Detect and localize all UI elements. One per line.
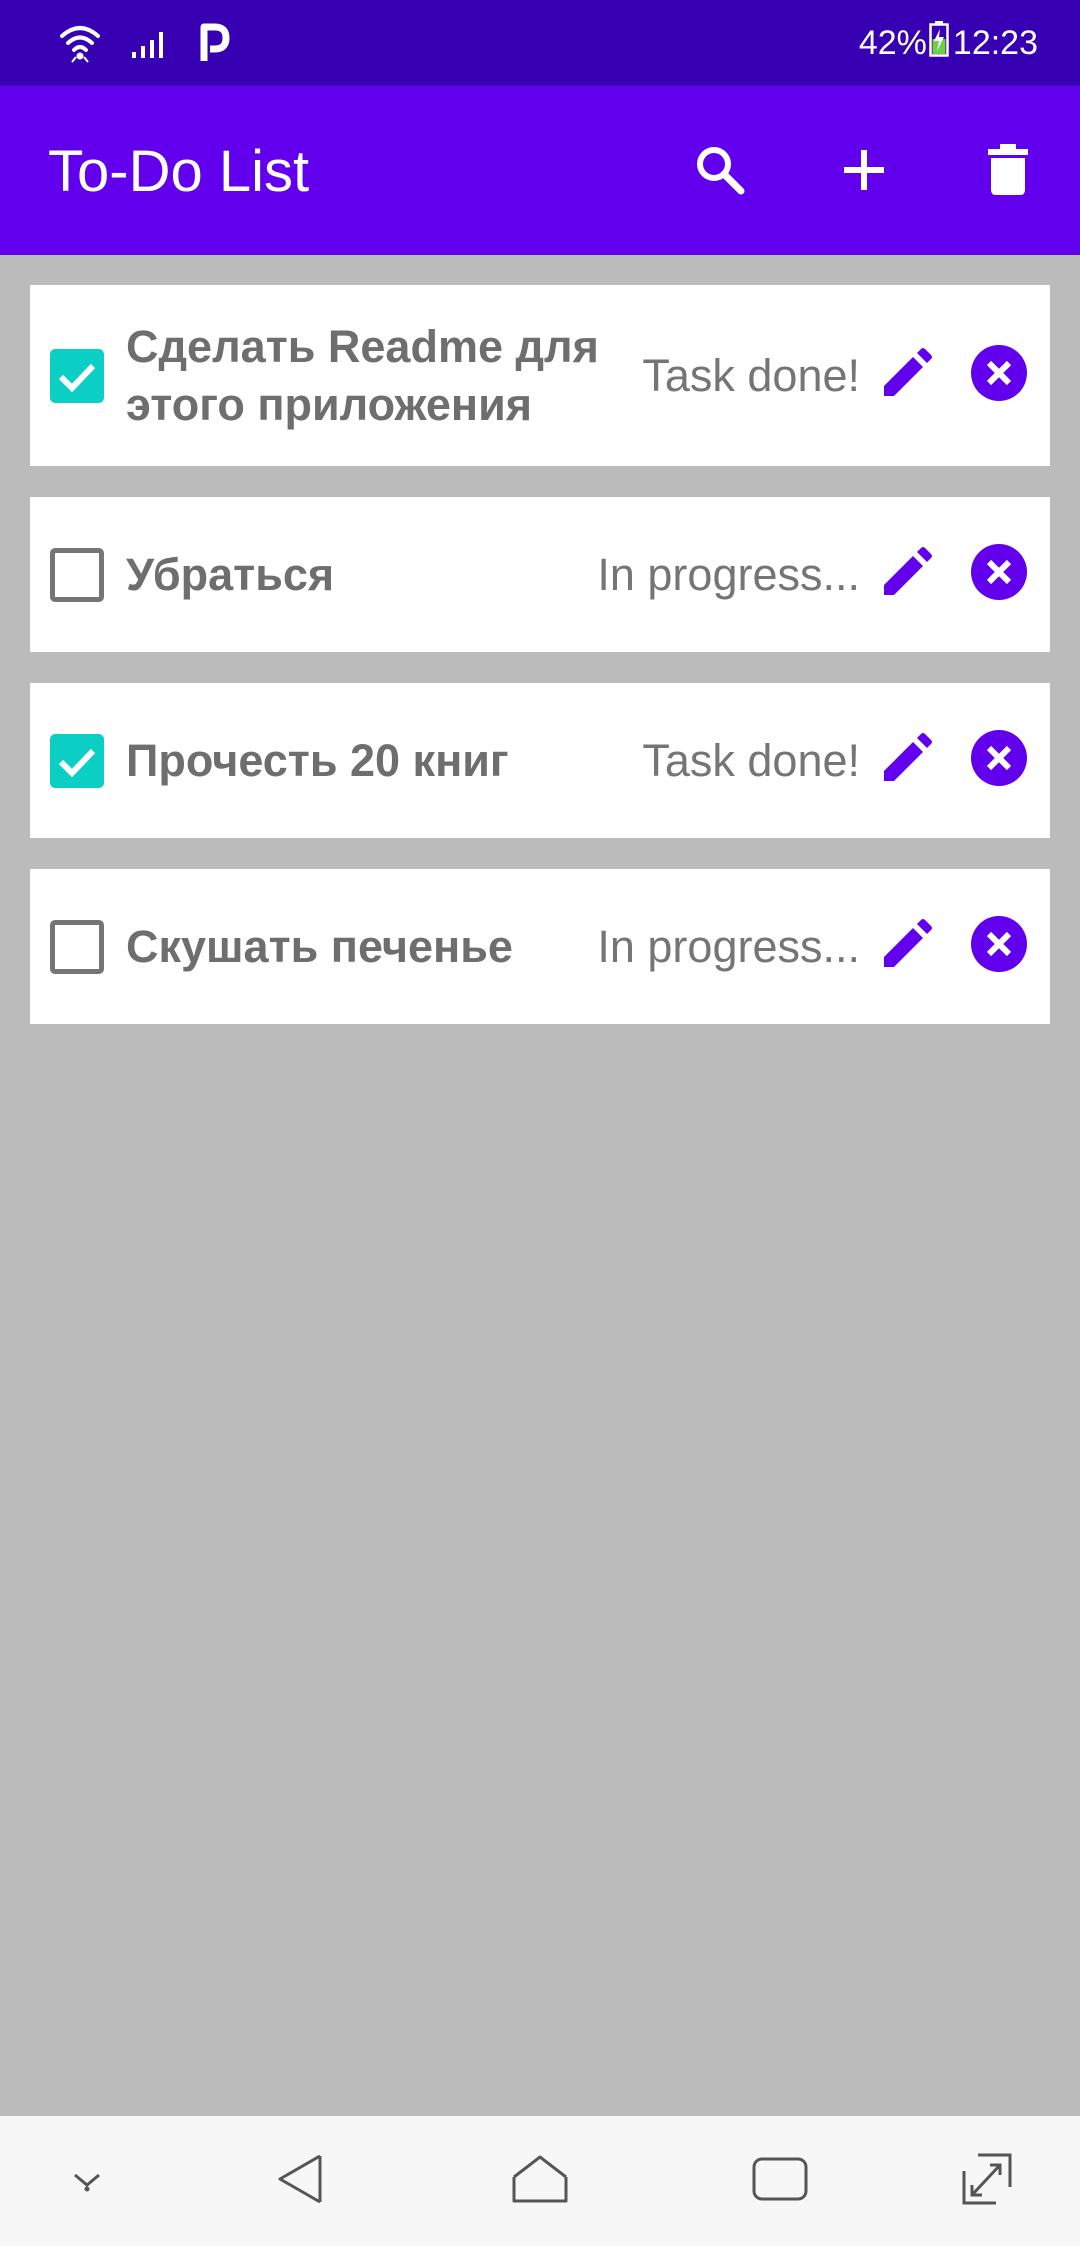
- remove-task-button[interactable]: [965, 727, 1033, 795]
- status-right: 42% 12:23: [859, 20, 1038, 66]
- back-button[interactable]: [260, 2141, 340, 2221]
- signal-icon: [130, 26, 170, 60]
- close-circle-icon: [970, 344, 1028, 407]
- expand-icon: [960, 2151, 1014, 2212]
- task-checkbox[interactable]: [50, 348, 104, 403]
- remove-task-button[interactable]: [965, 541, 1033, 609]
- battery-percent: 42%: [858, 23, 927, 62]
- search-icon: [693, 143, 747, 202]
- task-card[interactable]: Убраться In progress...: [30, 497, 1050, 652]
- hide-keyboard-button[interactable]: [47, 2141, 127, 2221]
- trash-icon: [986, 143, 1030, 201]
- pencil-icon: [879, 916, 935, 977]
- task-title: Убраться: [126, 548, 335, 600]
- edit-task-button[interactable]: [873, 342, 941, 410]
- app-bar: To-Do List: [0, 86, 1080, 255]
- clock: 12:23: [952, 23, 1038, 62]
- task-status: In progress...: [597, 548, 860, 600]
- wifi-icon: [58, 22, 102, 64]
- parking-app-icon: [198, 23, 230, 63]
- hide-keyboard-icon: [62, 2159, 112, 2204]
- battery-charging-icon: [929, 20, 949, 66]
- task-status: In progress...: [597, 920, 860, 972]
- home-button[interactable]: [500, 2141, 580, 2221]
- task-title: Сделать Readme для этого приложения: [126, 320, 599, 430]
- recent-apps-icon: [751, 2156, 809, 2207]
- add-task-button[interactable]: [824, 132, 904, 212]
- remove-task-button[interactable]: [965, 342, 1033, 410]
- task-card[interactable]: Скушать печенье In progress...: [30, 869, 1050, 1024]
- pencil-icon: [879, 544, 935, 605]
- status-bar: 42% 12:23: [0, 0, 1080, 86]
- home-icon: [510, 2153, 570, 2210]
- remove-task-button[interactable]: [965, 913, 1033, 981]
- task-status: Task done!: [642, 349, 860, 401]
- delete-all-button[interactable]: [968, 132, 1048, 212]
- app-title: To-Do List: [48, 139, 310, 204]
- task-checkbox[interactable]: [50, 919, 104, 974]
- task-checkbox[interactable]: [50, 733, 104, 788]
- edit-task-button[interactable]: [873, 913, 941, 981]
- pencil-icon: [879, 730, 935, 791]
- close-circle-icon: [970, 543, 1028, 606]
- task-title: Скушать печенье: [126, 920, 513, 972]
- add-icon: [840, 146, 888, 199]
- navigation-bar: [0, 2116, 1080, 2246]
- back-icon: [274, 2152, 326, 2211]
- task-card[interactable]: Прочесть 20 книг Task done!: [30, 683, 1050, 838]
- close-circle-icon: [970, 729, 1028, 792]
- search-button[interactable]: [680, 132, 760, 212]
- task-card[interactable]: Сделать Readme для этого приложения Task…: [30, 285, 1050, 466]
- task-title: Прочесть 20 книг: [126, 734, 509, 786]
- close-circle-icon: [970, 915, 1028, 978]
- expand-screen-button[interactable]: [947, 2141, 1027, 2221]
- task-status: Task done!: [642, 734, 860, 786]
- recent-apps-button[interactable]: [740, 2141, 820, 2221]
- edit-task-button[interactable]: [873, 727, 941, 795]
- edit-task-button[interactable]: [873, 541, 941, 609]
- pencil-icon: [879, 345, 935, 406]
- status-left-icons: [58, 20, 230, 66]
- task-checkbox[interactable]: [50, 547, 104, 602]
